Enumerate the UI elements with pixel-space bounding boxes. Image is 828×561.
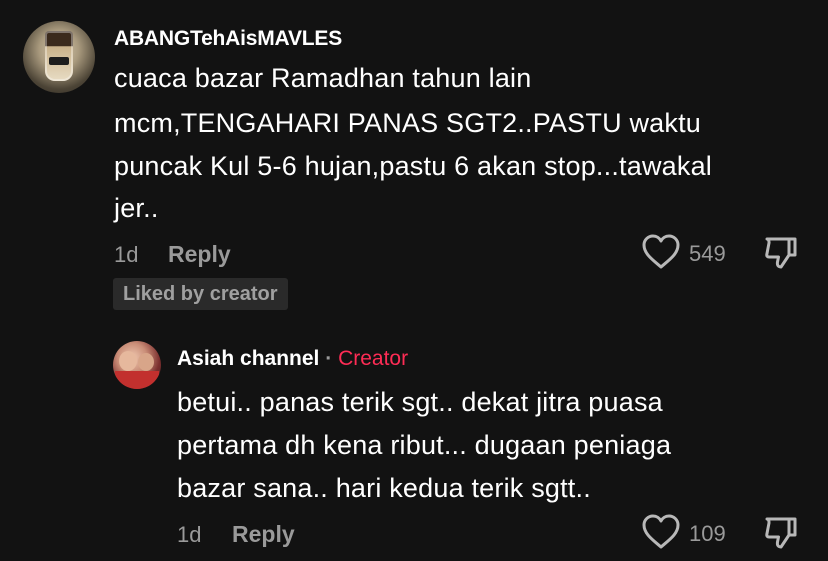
avatar-shirt (115, 371, 159, 389)
comments-screen: ABANGTehAisMAVLES cuaca bazar Ramadhan t… (0, 0, 828, 561)
comment-text-line-3: puncak Kul 5-6 hujan,pastu 6 akan stop..… (114, 151, 712, 181)
comment-text-line-2: mcm,TENGAHARI PANAS SGT2..PASTU waktu (114, 108, 702, 138)
comment-like-count: 549 (689, 241, 726, 266)
reply-text-line-1: betui.. panas terik sgt.. dekat jitra pu… (177, 387, 663, 417)
reply-avatar[interactable] (113, 341, 161, 389)
creator-label: Creator (338, 347, 409, 370)
avatar-cup-graphic (45, 31, 73, 81)
reply-separator: · (325, 347, 333, 370)
reply-time: 1d (177, 522, 202, 547)
reply-like-count: 109 (689, 521, 726, 546)
heart-outline-icon[interactable] (641, 234, 681, 270)
heart-outline-icon[interactable] (641, 514, 681, 550)
avatar-face-2 (138, 353, 154, 371)
avatar-cup-label (49, 57, 69, 65)
comment-text-line-1: cuaca bazar Ramadhan tahun lain (114, 63, 532, 93)
thumbs-down-outline-icon[interactable] (763, 515, 799, 551)
liked-by-creator-badge: Liked by creator (113, 278, 288, 310)
reply-header: Asiah channel · Creator (177, 347, 408, 371)
comment-text-line-4: jer.. (114, 193, 159, 223)
reply-text-line-2: pertama dh kena ribut... dugaan peniaga (177, 430, 672, 460)
avatar-face-1 (119, 351, 137, 371)
comment-username[interactable]: ABANGTehAisMAVLES (114, 27, 342, 51)
commenter-avatar[interactable] (23, 21, 95, 93)
reply-text-line-3: bazar sana.. hari kedua terik sgtt.. (177, 473, 591, 503)
comment-reply-button[interactable]: Reply (168, 241, 231, 268)
comment-time: 1d (114, 242, 139, 267)
reply-reply-button[interactable]: Reply (232, 521, 295, 548)
reply-username[interactable]: Asiah channel (177, 347, 319, 370)
thumbs-down-outline-icon[interactable] (763, 235, 799, 271)
